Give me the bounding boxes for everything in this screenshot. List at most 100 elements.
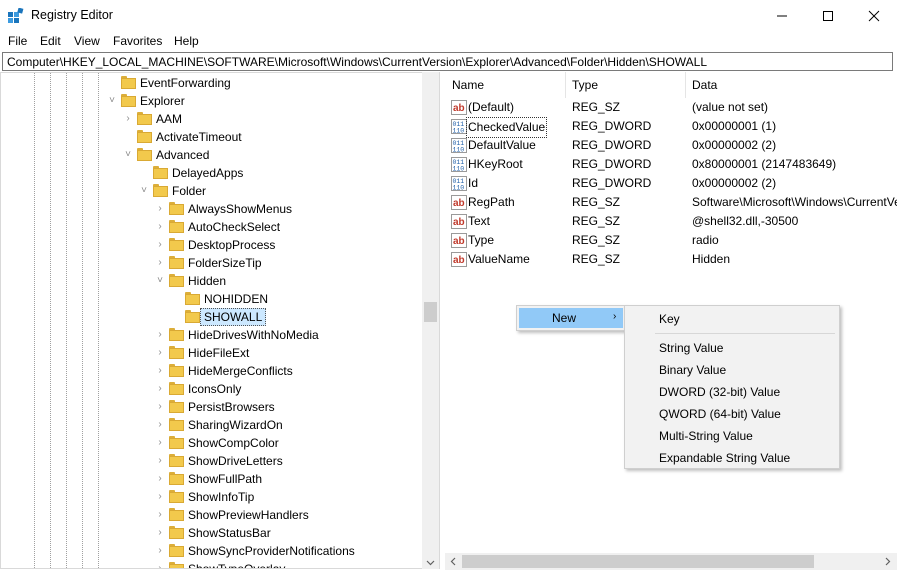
context-menu-new[interactable]: New › — [519, 308, 623, 328]
value-name[interactable]: Text — [468, 212, 490, 231]
tree-item-label[interactable]: Hidden — [188, 272, 226, 290]
tree-item[interactable]: ˅ Folder — [138, 182, 439, 200]
tree-item[interactable]: › HideMergeConflicts — [154, 362, 439, 380]
tree-item[interactable]: › ShowSyncProviderNotifications — [154, 542, 439, 560]
tree-scroll-thumb[interactable] — [424, 302, 437, 322]
submenu-item[interactable]: String Value — [659, 341, 723, 355]
submenu-item[interactable]: DWORD (32-bit) Value — [659, 385, 780, 399]
tree-item[interactable]: › ShowPreviewHandlers — [154, 506, 439, 524]
menu-help[interactable]: Help — [174, 34, 199, 48]
value-name[interactable]: Id — [468, 174, 478, 193]
scroll-left-icon[interactable] — [450, 557, 456, 566]
value-row[interactable]: ab RegPath REG_SZ Software\Microsoft\Window… — [445, 193, 897, 212]
chevron-right-icon[interactable]: › — [154, 488, 166, 506]
tree-item-label[interactable]: ShowInfoTip — [188, 488, 254, 506]
tree-item-label[interactable]: EventForwarding — [140, 74, 231, 92]
tree-item[interactable]: › HideFileExt — [154, 344, 439, 362]
tree-item-label[interactable]: FolderSizeTip — [188, 254, 262, 272]
value-name[interactable]: RegPath — [468, 193, 515, 212]
menu-edit[interactable]: Edit — [40, 34, 61, 48]
chevron-right-icon[interactable]: › — [154, 344, 166, 362]
submenu-item[interactable]: Binary Value — [659, 363, 726, 377]
tree-item[interactable]: › PersistBrowsers — [154, 398, 439, 416]
value-row[interactable]: ab Text REG_SZ @shell32.dll,-30500 — [445, 212, 897, 231]
column-separator[interactable] — [565, 72, 566, 98]
submenu-item[interactable]: Multi-String Value — [659, 429, 753, 443]
chevron-down-icon[interactable]: ˅ — [154, 272, 166, 290]
chevron-right-icon[interactable]: › — [154, 362, 166, 380]
tree-item-label[interactable]: Explorer — [140, 92, 185, 110]
chevron-right-icon[interactable]: › — [154, 524, 166, 542]
tree-item[interactable]: › ShowCompColor — [154, 434, 439, 452]
value-row[interactable]: ab Type REG_SZ radio — [445, 231, 897, 250]
chevron-down-icon[interactable]: ˅ — [106, 92, 118, 110]
tree-item-label[interactable]: IconsOnly — [188, 380, 241, 398]
tree-item[interactable]: › AutoCheckSelect — [154, 218, 439, 236]
tree-item[interactable]: NOHIDDEN — [170, 290, 439, 308]
value-row[interactable]: ab (Default) REG_SZ (value not set) — [445, 98, 897, 117]
value-name[interactable]: HKeyRoot — [468, 155, 523, 174]
chevron-right-icon[interactable]: › — [154, 398, 166, 416]
chevron-right-icon[interactable]: › — [154, 200, 166, 218]
menu-file[interactable]: File — [8, 34, 27, 48]
value-name[interactable]: ValueName — [468, 250, 530, 269]
tree-item-label[interactable]: Folder — [172, 182, 206, 200]
tree-item-label[interactable]: SharingWizardOn — [188, 416, 283, 434]
chevron-right-icon[interactable]: › — [154, 452, 166, 470]
tree-item-label[interactable]: AAM — [156, 110, 182, 128]
value-name[interactable]: CheckedValue — [466, 117, 548, 138]
value-row[interactable]: 011 110 DefaultValue REG_DWORD 0x00000002 (2… — [445, 136, 897, 155]
column-data-header[interactable]: Data — [692, 72, 717, 98]
tree-item[interactable]: › IconsOnly — [154, 380, 439, 398]
submenu-item[interactable]: Expandable String Value — [659, 451, 790, 465]
submenu-item[interactable]: QWORD (64-bit) Value — [659, 407, 781, 421]
chevron-right-icon[interactable]: › — [154, 470, 166, 488]
value-row[interactable]: 011 110 CheckedValue REG_DWORD 0x00000001 (1… — [445, 117, 897, 138]
tree-item-label[interactable]: PersistBrowsers — [188, 398, 275, 416]
value-name[interactable]: Type — [468, 231, 494, 250]
chevron-right-icon[interactable]: › — [122, 110, 134, 128]
column-type-header[interactable]: Type — [572, 72, 598, 98]
maximize-button[interactable] — [805, 0, 851, 31]
tree-item-label[interactable]: HideMergeConflicts — [188, 362, 293, 380]
scroll-down-icon[interactable] — [426, 560, 435, 566]
value-row[interactable]: ab ValueName REG_SZ Hidden — [445, 250, 897, 269]
values-horizontal-scrollbar[interactable] — [445, 553, 897, 570]
tree-item-label[interactable]: HideFileExt — [188, 344, 249, 362]
tree-item-label[interactable]: HideDrivesWithNoMedia — [188, 326, 319, 344]
tree-item[interactable]: › HideDrivesWithNoMedia — [154, 326, 439, 344]
chevron-down-icon[interactable]: ˅ — [122, 146, 134, 164]
chevron-right-icon[interactable] — [170, 290, 182, 308]
chevron-right-icon[interactable]: › — [154, 506, 166, 524]
tree-item[interactable]: ˅ Advanced — [122, 146, 439, 164]
tree-item[interactable]: › DesktopProcess — [154, 236, 439, 254]
tree-item-label[interactable]: AutoCheckSelect — [188, 218, 280, 236]
tree-item[interactable]: › ShowTypeOverlay — [154, 560, 439, 568]
column-name-header[interactable]: Name — [452, 72, 484, 98]
value-row[interactable]: 011 110 Id REG_DWORD 0x00000002 (2) — [445, 174, 897, 193]
chevron-right-icon[interactable] — [170, 308, 182, 326]
tree-item[interactable]: › SharingWizardOn — [154, 416, 439, 434]
tree-item-label[interactable]: ShowStatusBar — [188, 524, 271, 542]
tree-item-label[interactable]: ShowCompColor — [188, 434, 279, 452]
tree-item[interactable]: ActivateTimeout — [122, 128, 439, 146]
tree-item-label[interactable]: DelayedApps — [172, 164, 243, 182]
tree-item-label[interactable]: ShowPreviewHandlers — [188, 506, 309, 524]
scroll-right-icon[interactable] — [885, 557, 891, 566]
tree-item[interactable]: › FolderSizeTip — [154, 254, 439, 272]
chevron-right-icon[interactable]: › — [154, 434, 166, 452]
tree-item[interactable]: ˅ Hidden — [154, 272, 439, 290]
tree-vertical-scrollbar[interactable] — [422, 72, 439, 569]
tree-item-label[interactable]: NOHIDDEN — [204, 290, 268, 308]
tree-item[interactable]: DelayedApps — [138, 164, 439, 182]
chevron-right-icon[interactable]: › — [154, 326, 166, 344]
chevron-right-icon[interactable]: › — [154, 218, 166, 236]
chevron-right-icon[interactable] — [122, 128, 134, 146]
tree-item-label[interactable]: ActivateTimeout — [156, 128, 242, 146]
tree-item-label[interactable]: SHOWALL — [200, 308, 267, 326]
value-name[interactable]: DefaultValue — [468, 136, 536, 155]
values-scroll-thumb[interactable] — [462, 555, 814, 568]
tree-item[interactable]: › ShowDriveLetters — [154, 452, 439, 470]
tree-item-label[interactable]: AlwaysShowMenus — [188, 200, 292, 218]
tree-item[interactable]: › AAM — [122, 110, 439, 128]
